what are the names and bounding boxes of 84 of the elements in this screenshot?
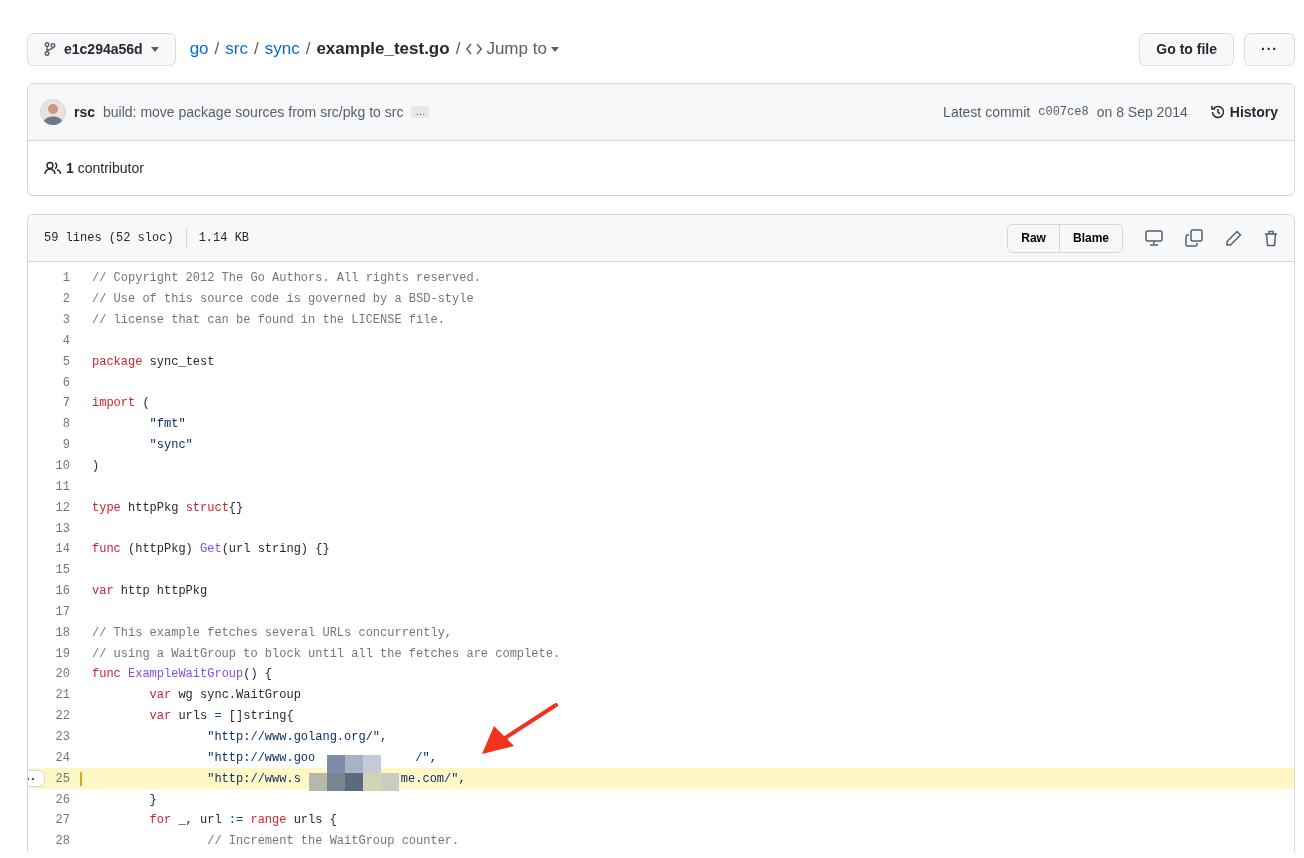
line-number: 20 [54, 667, 70, 682]
code-line: type httpPkg struct{} [91, 500, 244, 515]
history-icon [1209, 104, 1226, 120]
line-number: 16 [54, 584, 70, 599]
line-number: 18 [54, 625, 70, 640]
path-separator: / [305, 39, 311, 59]
file-name[interactable]: example_test.go [316, 39, 450, 59]
expand-button[interactable]: … [411, 106, 430, 118]
code-line: ) [91, 459, 100, 473]
line-number: 28 [54, 834, 70, 849]
code-line: } [148, 792, 157, 807]
caret-icon [550, 46, 559, 52]
code-line: // using a WaitGroup to block until all the fetches are complete. [91, 646, 561, 661]
more-button[interactable]: ··· [1244, 32, 1295, 66]
commit-date: on 8 Sep 2014 [1096, 104, 1188, 120]
line-number: 13 [54, 521, 70, 536]
code-line: // Increment the WaitGroup counter. [206, 834, 460, 849]
line-count: 59 lines (52 sloc) [44, 231, 174, 245]
line-number: 6 [61, 375, 70, 390]
commit-message[interactable]: build: move package sources from src/pkg to src [103, 104, 404, 120]
line-number: 3 [61, 313, 70, 328]
line-number: 24 [54, 750, 70, 765]
code-line: // Use of this source code is governed by a BSD-style [91, 292, 474, 307]
line-number: 9 [61, 438, 70, 453]
code-line: var urls = []string{ [148, 709, 294, 724]
code-line: "http://www.goo /", [206, 750, 437, 765]
code-line: var http httpPkg [91, 584, 208, 599]
line-number: 12 [54, 500, 70, 515]
path-link[interactable]: go [189, 39, 209, 59]
desktop-icon[interactable] [1145, 230, 1163, 246]
code-line: for _, url := range urls { [148, 813, 337, 828]
latest-commit-label: Latest commit [943, 104, 1031, 120]
go-to-file-button[interactable]: Go to file [1139, 32, 1234, 66]
code-line: var wg sync.WaitGroup [148, 688, 301, 703]
history-link[interactable]: History [1209, 104, 1278, 120]
line-number: 15 [54, 563, 70, 578]
branch-button[interactable]: e1c294a56d [27, 32, 176, 66]
code-line: "http://www.s me.com/", [80, 771, 466, 786]
avatar-icon [40, 99, 66, 125]
file-size: 1.14 KB [198, 231, 250, 245]
code-icon [466, 43, 483, 55]
line-number: 11 [54, 479, 70, 494]
line-number: 1 [61, 271, 70, 286]
path-separator: / [214, 39, 220, 59]
line-number: 17 [54, 604, 70, 619]
code-line: "http://www.golang.org/", [206, 730, 388, 744]
line-number: 8 [61, 417, 70, 432]
line-number: 10 [54, 459, 70, 473]
code-line: // license that can be found in the LICENSE file. [91, 313, 445, 328]
line-number: 21 [54, 688, 70, 703]
line-number: 14 [54, 542, 70, 557]
line-number: 2 [61, 292, 70, 307]
jump-to-button[interactable]: Jump to [466, 39, 559, 59]
line-number: 27 [54, 813, 70, 828]
code-line: "fmt" [148, 417, 186, 432]
caret-icon [150, 46, 159, 52]
path-separator: / [455, 39, 461, 59]
commit-author[interactable]: rsc [74, 104, 96, 120]
branch-icon [44, 42, 56, 56]
line-number: 5 [61, 354, 70, 369]
line-number: 25 [54, 771, 70, 786]
code-line: // This example fetches several URLs concurrently, [91, 625, 453, 640]
line-number: 7 [61, 396, 70, 411]
copy-icon[interactable] [1185, 229, 1203, 247]
pencil-icon[interactable] [1225, 229, 1242, 247]
code-line: import ( [91, 396, 150, 411]
commit-sha[interactable]: c007ce8 [1038, 105, 1089, 119]
code-line: func (httpPkg) Get(url string) {} [91, 542, 330, 557]
trash-icon[interactable] [1264, 229, 1278, 247]
code-line: // Copyright 2012 The Go Authors. All rights reserved. [91, 271, 481, 286]
blame-button[interactable]: Blame [1058, 224, 1122, 252]
code-line: package sync_test [91, 354, 215, 369]
line-number: 26 [54, 792, 70, 807]
path-link[interactable]: sync [264, 39, 300, 59]
line-number: 22 [54, 709, 70, 724]
code-line: func ExampleWaitGroup() { [91, 667, 273, 682]
people-icon [44, 161, 62, 175]
code-line: "sync" [148, 438, 193, 453]
line-number: 19 [54, 646, 70, 661]
path-separator: / [253, 39, 259, 59]
line-number: 23 [54, 730, 70, 744]
path-link[interactable]: src [225, 39, 248, 59]
line-number: 4 [61, 333, 70, 348]
contributor-count: 1 contributor [66, 160, 144, 176]
